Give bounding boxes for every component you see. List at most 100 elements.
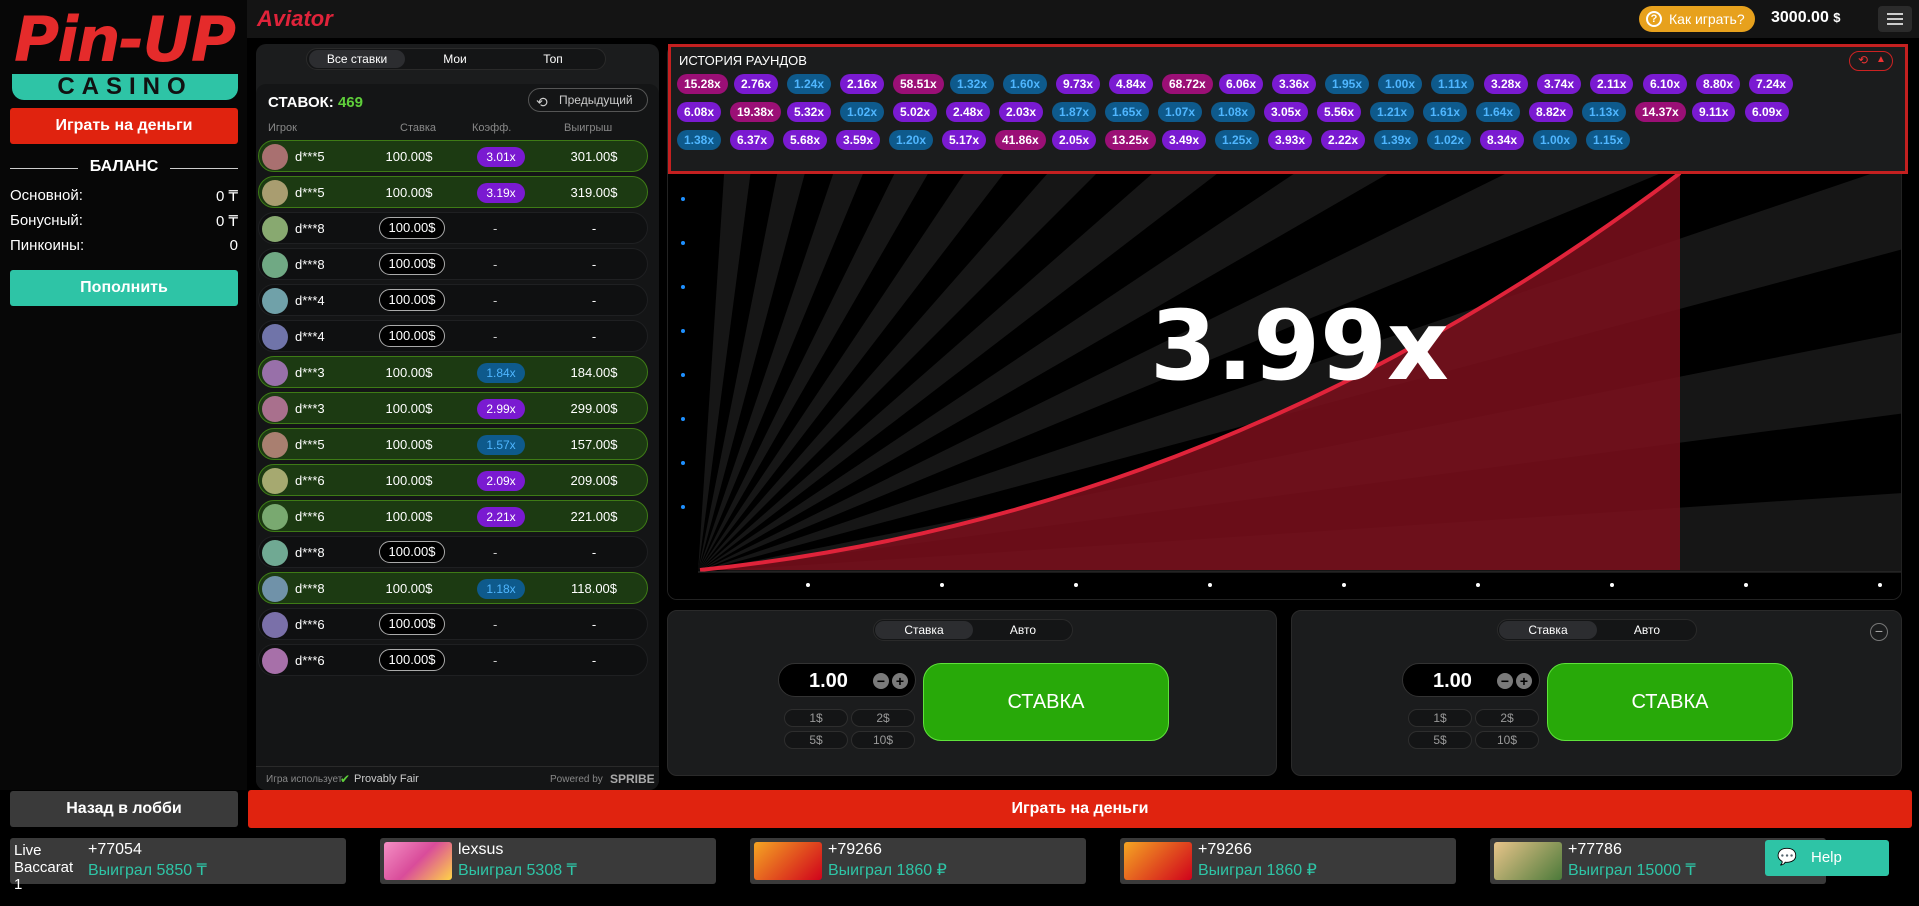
history-multiplier[interactable]: 1.24x bbox=[787, 74, 832, 94]
history-multiplier[interactable]: 1.08x bbox=[1211, 102, 1256, 122]
history-multiplier[interactable]: 2.48x bbox=[946, 102, 991, 122]
history-multiplier[interactable]: 3.36x bbox=[1272, 74, 1317, 94]
history-multiplier[interactable]: 6.06x bbox=[1219, 74, 1264, 94]
history-multiplier[interactable]: 1.25x bbox=[1215, 130, 1260, 150]
history-multiplier[interactable]: 1.15x bbox=[1586, 130, 1631, 150]
history-multiplier[interactable]: 1.39x bbox=[1374, 130, 1419, 150]
history-multiplier[interactable]: 3.93x bbox=[1268, 130, 1313, 150]
history-multiplier[interactable]: 1.60x bbox=[1003, 74, 1048, 94]
history-multiplier[interactable]: 6.37x bbox=[730, 130, 775, 150]
history-multiplier[interactable]: 1.87x bbox=[1052, 102, 1097, 122]
quick-bet-5[interactable]: 5$ bbox=[1408, 731, 1472, 749]
tab-my-bets[interactable]: Мои bbox=[407, 50, 503, 68]
history-multiplier[interactable]: 1.38x bbox=[677, 130, 722, 150]
history-multiplier[interactable]: 8.80x bbox=[1696, 74, 1741, 94]
history-multiplier[interactable]: 2.03x bbox=[999, 102, 1044, 122]
quick-bet-1[interactable]: 1$ bbox=[1408, 709, 1472, 727]
provably-fair-link[interactable]: Provably Fair bbox=[354, 773, 419, 785]
previous-round-button[interactable]: ⟲ Предыдущий bbox=[528, 88, 648, 112]
history-multiplier[interactable]: 5.68x bbox=[783, 130, 828, 150]
play-for-money-bar[interactable]: Играть на деньги bbox=[248, 790, 1912, 828]
history-multiplier[interactable]: 3.49x bbox=[1162, 130, 1207, 150]
history-multiplier[interactable]: 3.59x bbox=[836, 130, 881, 150]
history-multiplier[interactable]: 1.13x bbox=[1582, 102, 1627, 122]
history-multiplier[interactable]: 1.64x bbox=[1476, 102, 1521, 122]
history-multiplier[interactable]: 4.84x bbox=[1109, 74, 1154, 94]
place-bet-button[interactable]: СТАВКА bbox=[1547, 663, 1793, 741]
tab-top-bets[interactable]: Топ bbox=[505, 50, 601, 68]
back-to-lobby-button[interactable]: Назад в лобби bbox=[10, 791, 238, 827]
history-multiplier[interactable]: 6.09x bbox=[1745, 102, 1790, 122]
history-multiplier[interactable]: 5.56x bbox=[1317, 102, 1362, 122]
history-multiplier[interactable]: 14.37x bbox=[1635, 102, 1686, 122]
win-ticker-item[interactable]: +79266 Выиграл 1860 ₽ bbox=[1120, 838, 1456, 884]
bet-amount-input[interactable]: 1.00 − + bbox=[1402, 663, 1540, 697]
win-ticker-item[interactable]: lexsus Выиграл 5308 ₸ bbox=[380, 838, 716, 884]
history-multiplier[interactable]: 1.00x bbox=[1378, 74, 1423, 94]
hamburger-menu-icon[interactable] bbox=[1878, 6, 1912, 32]
quick-bet-1[interactable]: 1$ bbox=[784, 709, 848, 727]
quick-bet-10[interactable]: 10$ bbox=[851, 731, 915, 749]
history-multiplier[interactable]: 58.51x bbox=[893, 74, 944, 94]
place-bet-button[interactable]: СТАВКА bbox=[923, 663, 1169, 741]
history-multiplier[interactable]: 1.95x bbox=[1325, 74, 1370, 94]
tab-all-bets[interactable]: Все ставки bbox=[309, 50, 405, 68]
minus-icon[interactable]: − bbox=[1497, 673, 1513, 689]
history-multiplier[interactable]: 1.21x bbox=[1370, 102, 1415, 122]
history-multiplier[interactable]: 9.11x bbox=[1692, 102, 1736, 122]
history-multiplier[interactable]: 19.38x bbox=[730, 102, 781, 122]
bet-amount-input[interactable]: 1.00 − + bbox=[778, 663, 916, 697]
quick-bet-10[interactable]: 10$ bbox=[1475, 731, 1539, 749]
minus-icon[interactable]: − bbox=[873, 673, 889, 689]
pinup-logo[interactable]: Pin-UP CASINO bbox=[10, 8, 238, 100]
history-multiplier[interactable]: 1.65x bbox=[1105, 102, 1150, 122]
history-multiplier[interactable]: 3.28x bbox=[1484, 74, 1529, 94]
history-multiplier[interactable]: 2.05x bbox=[1052, 130, 1097, 150]
history-multiplier[interactable]: 7.24x bbox=[1749, 74, 1794, 94]
quick-bet-2[interactable]: 2$ bbox=[1475, 709, 1539, 727]
tab-auto[interactable]: Авто bbox=[974, 621, 1072, 639]
quick-bet-5[interactable]: 5$ bbox=[784, 731, 848, 749]
avatar bbox=[262, 288, 288, 314]
how-to-play-button[interactable]: ? Как играть? bbox=[1639, 6, 1755, 32]
history-multiplier[interactable]: 1.02x bbox=[840, 102, 885, 122]
history-multiplier[interactable]: 5.17x bbox=[942, 130, 987, 150]
history-multiplier[interactable]: 8.82x bbox=[1529, 102, 1574, 122]
history-multiplier[interactable]: 15.28x bbox=[677, 74, 728, 94]
history-multiplier[interactable]: 2.16x bbox=[840, 74, 885, 94]
tab-bet[interactable]: Ставка bbox=[875, 621, 973, 639]
history-multiplier[interactable]: 6.08x bbox=[677, 102, 722, 122]
history-multiplier[interactable]: 41.86x bbox=[995, 130, 1046, 150]
history-multiplier[interactable]: 1.07x bbox=[1158, 102, 1203, 122]
history-multiplier[interactable]: 2.11x bbox=[1590, 74, 1634, 94]
history-multiplier[interactable]: 13.25x bbox=[1105, 130, 1156, 150]
history-multiplier[interactable]: 1.61x bbox=[1423, 102, 1468, 122]
win-ticker-item[interactable]: Live Baccarat 1 +77054 Выиграл 5850 ₸ bbox=[10, 838, 346, 893]
history-multiplier[interactable]: 1.32x bbox=[950, 74, 995, 94]
tab-bet[interactable]: Ставка bbox=[1499, 621, 1597, 639]
deposit-button[interactable]: Пополнить bbox=[10, 270, 238, 306]
history-multiplier[interactable]: 6.10x bbox=[1643, 74, 1688, 94]
history-multiplier[interactable]: 5.32x bbox=[787, 102, 832, 122]
history-multiplier[interactable]: 1.00x bbox=[1533, 130, 1578, 150]
help-chat-button[interactable]: 💬 Help bbox=[1765, 840, 1889, 876]
history-multiplier[interactable]: 5.02x bbox=[893, 102, 938, 122]
quick-bet-2[interactable]: 2$ bbox=[851, 709, 915, 727]
tab-auto[interactable]: Авто bbox=[1598, 621, 1696, 639]
history-multiplier[interactable]: 8.34x bbox=[1480, 130, 1525, 150]
history-multiplier[interactable]: 9.73x bbox=[1056, 74, 1101, 94]
remove-panel-icon[interactable]: − bbox=[1870, 623, 1888, 641]
win-ticker-item[interactable]: +79266 Выиграл 1860 ₽ bbox=[750, 838, 1086, 884]
history-multiplier[interactable]: 2.76x bbox=[734, 74, 779, 94]
history-multiplier[interactable]: 3.74x bbox=[1537, 74, 1582, 94]
history-multiplier[interactable]: 2.22x bbox=[1321, 130, 1366, 150]
history-multiplier[interactable]: 1.11x bbox=[1431, 74, 1475, 94]
history-multiplier[interactable]: 3.05x bbox=[1264, 102, 1309, 122]
history-multiplier[interactable]: 68.72x bbox=[1162, 74, 1213, 94]
play-for-money-button[interactable]: Играть на деньги bbox=[10, 108, 238, 144]
plus-icon[interactable]: + bbox=[892, 673, 908, 689]
history-multiplier[interactable]: 1.02x bbox=[1427, 130, 1472, 150]
plus-icon[interactable]: + bbox=[1516, 673, 1532, 689]
history-expand-button[interactable]: ⟲ ▲ bbox=[1849, 51, 1893, 71]
history-multiplier[interactable]: 1.20x bbox=[889, 130, 934, 150]
